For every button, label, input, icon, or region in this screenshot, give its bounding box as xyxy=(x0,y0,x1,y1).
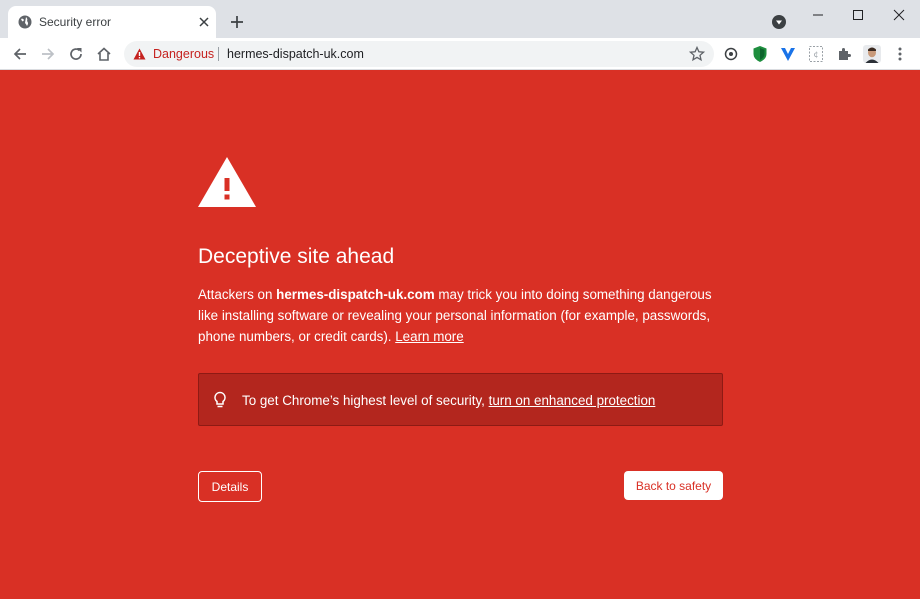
kebab-menu-icon[interactable] xyxy=(891,45,909,63)
tab-close-icon[interactable] xyxy=(196,14,212,30)
tab-search-icon[interactable] xyxy=(771,14,787,30)
lightbulb-icon xyxy=(214,391,226,408)
new-tab-icon[interactable] xyxy=(227,12,247,32)
tab-title: Security error xyxy=(39,15,112,29)
forward-nav-button[interactable] xyxy=(38,44,58,64)
minimize-icon xyxy=(813,14,823,16)
page-title: Deceptive site ahead xyxy=(198,245,395,268)
enhanced-protection-promo: To get Chrome’s highest level of securit… xyxy=(198,373,723,426)
profile-avatar[interactable] xyxy=(863,45,881,63)
enhanced-protection-link[interactable]: turn on enhanced protection xyxy=(489,393,656,408)
address-bar[interactable]: Dangerous hermes-dispatch-uk.com xyxy=(124,41,714,67)
warning-message: Attackers on hermes-dispatch-uk.com may … xyxy=(198,284,718,347)
reload-icon xyxy=(70,48,82,60)
promo-text: To get Chrome’s highest level of securit… xyxy=(242,393,489,408)
back-nav-button[interactable] xyxy=(10,44,30,64)
body-domain: hermes-dispatch-uk.com xyxy=(276,287,435,302)
arrow-left-icon xyxy=(13,48,26,60)
reload-button[interactable] xyxy=(66,44,86,64)
home-button[interactable] xyxy=(94,44,114,64)
details-button[interactable]: Details xyxy=(198,471,262,502)
bookmark-star-icon[interactable] xyxy=(689,46,705,62)
body-prefix: Attackers on xyxy=(198,287,277,302)
page-extension-icon[interactable]: ¢ xyxy=(807,45,825,63)
window-close-button[interactable] xyxy=(876,0,920,30)
warning-icon[interactable] xyxy=(133,48,146,60)
warning-triangle-icon xyxy=(198,157,256,207)
home-icon xyxy=(97,47,111,61)
close-icon xyxy=(893,9,905,21)
omnibox-divider xyxy=(218,47,219,61)
maximize-button[interactable] xyxy=(835,0,881,30)
globe-icon xyxy=(18,15,32,29)
promo-message: To get Chrome’s highest level of securit… xyxy=(242,393,655,408)
title-bar: Security error xyxy=(0,0,920,38)
url-text[interactable]: hermes-dispatch-uk.com xyxy=(227,47,364,61)
security-chip-label[interactable]: Dangerous xyxy=(153,47,214,61)
back-to-safety-button[interactable]: Back to safety xyxy=(624,471,723,500)
svg-text:¢: ¢ xyxy=(813,50,818,59)
learn-more-link[interactable]: Learn more xyxy=(395,329,463,344)
toolbar: Dangerous hermes-dispatch-uk.com ¢ xyxy=(0,38,920,70)
maximize-icon xyxy=(853,10,863,20)
tab-security-error[interactable]: Security error xyxy=(8,6,216,38)
puzzle-icon[interactable] xyxy=(835,45,853,63)
tracker-blocker-icon[interactable] xyxy=(722,45,740,63)
arrow-right-icon xyxy=(42,48,55,60)
vpn-extension-icon[interactable] xyxy=(779,45,797,63)
shield-extension-icon[interactable] xyxy=(751,45,769,63)
